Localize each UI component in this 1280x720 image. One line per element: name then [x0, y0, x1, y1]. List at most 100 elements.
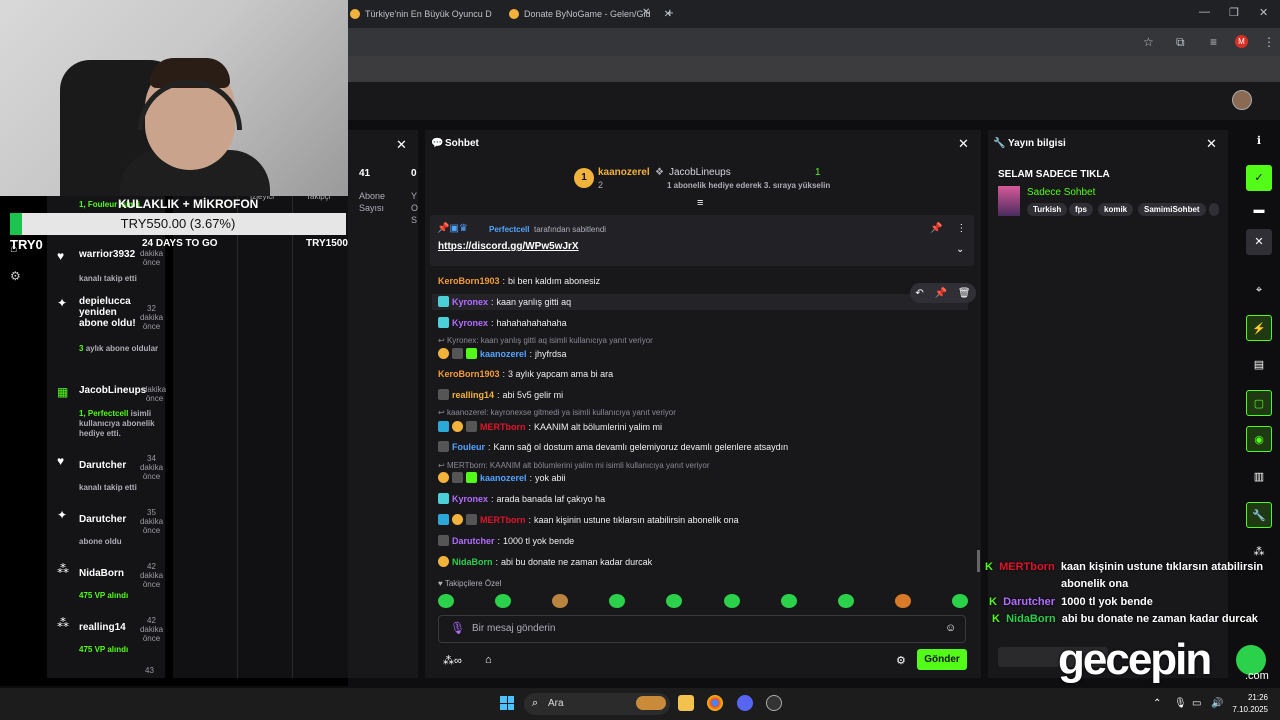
shop-icon[interactable]: ⌂ [485, 654, 492, 666]
stream-tag[interactable]: komik [1098, 203, 1134, 216]
emote-icon[interactable] [780, 594, 797, 608]
emote-icon[interactable] [609, 594, 626, 608]
emote-icon[interactable] [951, 594, 968, 608]
check-icon[interactable]: ✓ [1246, 165, 1272, 191]
chat-message[interactable]: kaanozerel: yok abii [438, 472, 566, 483]
close-icon[interactable]: ✕ [1206, 136, 1217, 152]
chat-message[interactable]: Kyronex: kaan yanlış gitti aq [438, 296, 571, 307]
extensions-icon[interactable]: ⧉ [1176, 35, 1185, 50]
chat-username[interactable]: KeroBorn1903 [438, 276, 500, 286]
discord-icon[interactable] [737, 695, 753, 711]
profile-avatar[interactable]: M [1235, 35, 1248, 48]
message-actions[interactable]: ↶ 📌 🗑 [910, 283, 976, 303]
restore-icon[interactable]: ❐ [1229, 6, 1239, 19]
emote-icon[interactable] [723, 594, 740, 608]
gifted-user-name[interactable]: JacobLineups [669, 167, 731, 178]
settings-gear-icon[interactable]: ⚙ [896, 654, 906, 667]
media-icon[interactable]: ≡ [1210, 35, 1217, 49]
send-button[interactable]: Gönder [917, 649, 967, 670]
stream-tag[interactable]: fps [1069, 203, 1093, 216]
reply-icon[interactable]: ↶ [915, 288, 923, 299]
points-icon[interactable]: ⁂∞ [443, 654, 462, 667]
chat-message[interactable]: Kyronex: hahahahahahaha [438, 317, 567, 328]
info-icon[interactable]: ℹ [1246, 128, 1272, 154]
gift-leader-name[interactable]: kaanozerel [598, 167, 650, 178]
browser-menu-icon[interactable]: ⋮ [1263, 35, 1275, 49]
chat-message[interactable]: Darutcher: 1000 tl yok bende [438, 535, 574, 546]
layout-icon[interactable]: ▬ [1246, 197, 1272, 223]
chat-username[interactable]: MERTborn [480, 422, 526, 432]
clock-date[interactable]: 7.10.2025 [1228, 705, 1268, 714]
clock-time[interactable]: 21:26 [1228, 693, 1268, 702]
network-icon[interactable]: ▭ [1192, 698, 1201, 709]
tray-overflow-icon[interactable]: ⌃ [1153, 698, 1161, 709]
pin-icon[interactable]: 📌 [935, 288, 947, 299]
emote-icon[interactable] [495, 594, 512, 608]
stream-tag[interactable]: SamimiSohbet [1138, 203, 1206, 216]
windows-start-icon[interactable] [500, 696, 514, 710]
unpin-icon[interactable]: 📌 ⋮ [930, 223, 966, 234]
chat-username[interactable]: Kyronex [452, 318, 488, 328]
chat-username[interactable]: Kyronex [452, 494, 488, 504]
delete-icon[interactable]: 🗑 [958, 288, 971, 299]
lightning-icon[interactable]: ⚡ [1246, 315, 1272, 341]
close-window-icon[interactable]: ✕ [1259, 6, 1268, 19]
chat-message[interactable]: KeroBorn1903: 3 aylık yapcam ama bi ara [438, 369, 613, 379]
emote-icon[interactable] [666, 594, 683, 608]
tab-close-icon[interactable]: ✕ [642, 7, 650, 18]
chat-message[interactable]: Fouleur: Kann sağ ol dostum ama devamlı … [438, 441, 788, 452]
chat-username[interactable]: MERTborn [480, 515, 526, 525]
chat-message[interactable]: Kyronex: arada banada laf çakıyo ha [438, 493, 605, 504]
emote-icon[interactable] [438, 594, 454, 608]
close-icon[interactable]: ✕ [1246, 229, 1272, 255]
chat-message[interactable]: kaanozerel: jhyfrdsa [438, 348, 567, 359]
stream-tag[interactable]: Turkish [1027, 203, 1068, 216]
chat-username[interactable]: kaanozerel [480, 473, 527, 483]
user-avatar[interactable] [1232, 90, 1252, 110]
search-highlight-image[interactable] [636, 696, 666, 710]
volume-icon[interactable]: 🔊 [1211, 698, 1223, 709]
chat-username[interactable]: KeroBorn1903 [438, 369, 500, 379]
minimize-icon[interactable]: — [1199, 6, 1210, 18]
chat-message[interactable]: realling14: abi 5v5 gelir mi [438, 389, 563, 400]
chat-scrollbar[interactable] [977, 550, 980, 572]
close-icon[interactable]: ✕ [958, 136, 969, 152]
capture-icon[interactable]: ⌖ [1246, 277, 1272, 303]
chat-username[interactable]: kaanozerel [480, 349, 527, 359]
chat-icon[interactable]: ▢ [1246, 390, 1272, 416]
emoji-icon[interactable]: ☺ [945, 622, 956, 634]
chevron-down-icon[interactable]: ⌄ [956, 244, 964, 255]
emote-icon[interactable] [552, 594, 569, 608]
emote-icon[interactable] [837, 594, 854, 608]
stream-tag-overflow[interactable] [1209, 203, 1219, 216]
chat-message[interactable]: NidaBorn: abi bu donate ne zaman kadar d… [438, 556, 652, 567]
close-icon[interactable]: ✕ [396, 137, 407, 153]
chat-message[interactable]: KeroBorn1903: bi ben kaldım abonesiz [438, 276, 600, 286]
bus-icon[interactable]: ▥ [1246, 464, 1272, 490]
microphone-icon[interactable]: 🎙 [1174, 698, 1187, 709]
address-bar[interactable] [348, 28, 1280, 56]
bookmark-star-icon[interactable]: ☆ [1143, 35, 1154, 49]
category-thumbnail[interactable] [998, 186, 1020, 216]
browser-tab-1[interactable]: Türkiye'nin En Büyük Oyuncu D [350, 5, 492, 23]
chat-username[interactable]: realling14 [452, 390, 494, 400]
chrome-icon[interactable] [707, 695, 723, 711]
file-explorer-icon[interactable] [678, 695, 694, 711]
new-tab-button[interactable]: + [666, 5, 674, 20]
broadcast-icon[interactable]: ◉ [1246, 426, 1272, 452]
pinned-link[interactable]: https://discord.gg/WPw5wJrX [438, 241, 579, 252]
chat-username[interactable]: Darutcher [452, 536, 495, 546]
microphone-icon[interactable]: 🎙 [450, 621, 465, 635]
stream-category[interactable]: Sadece Sohbet [1027, 187, 1095, 198]
wrench-icon[interactable]: 🔧 [1246, 502, 1272, 528]
app-icon[interactable] [766, 695, 782, 711]
chat-username[interactable]: Kyronex [452, 297, 488, 307]
settings-gear-icon[interactable]: ⚙ [10, 269, 21, 283]
collapse-icon[interactable]: ≡ [697, 197, 703, 209]
emote-icon[interactable] [894, 594, 911, 608]
pinned-by-user[interactable]: Perfectcell [489, 225, 529, 234]
chat-message[interactable]: MERTborn: KAANIM alt bölumlerini yalim m… [438, 421, 662, 432]
chat-username[interactable]: Fouleur [452, 442, 485, 452]
chat-message[interactable]: MERTborn: kaan kişinin ustune tıklarsın … [438, 514, 739, 525]
chat-username[interactable]: NidaBorn [452, 557, 493, 567]
